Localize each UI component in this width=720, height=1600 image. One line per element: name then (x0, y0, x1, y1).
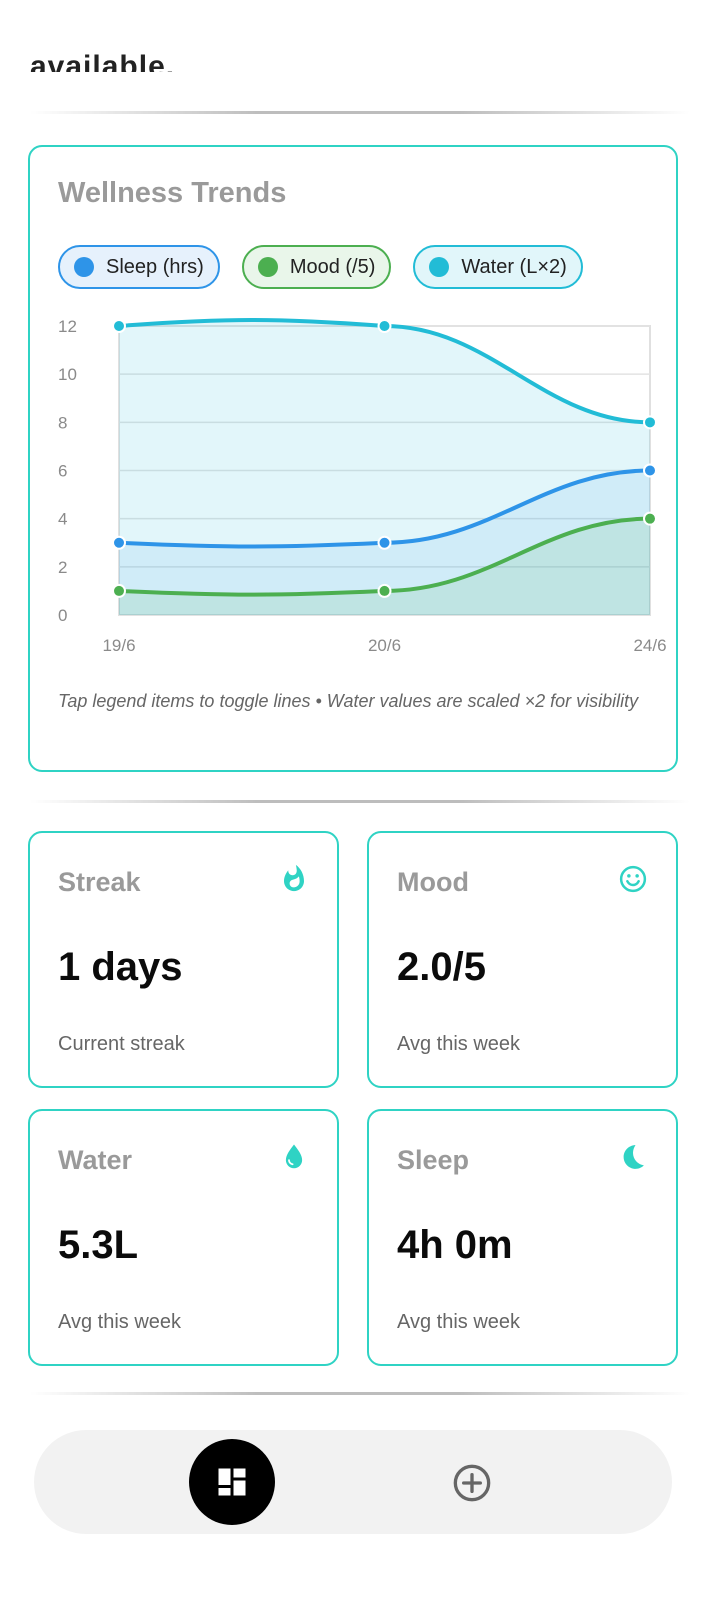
data-point (112, 535, 126, 550)
wellness-trends-chart: 0 2 4 6 8 10 12 19/6 20/6 24/6 (58, 317, 667, 655)
moon-icon (623, 1145, 644, 1169)
y-tick-label: 8 (58, 413, 67, 432)
streak-subtitle: Current streak (58, 1033, 185, 1055)
water-subtitle: Avg this week (58, 1311, 182, 1333)
water-card: Water 5.3L Avg this week (28, 1109, 339, 1366)
y-tick-label: 10 (58, 365, 77, 384)
sleep-title: Sleep (397, 1145, 470, 1175)
water-value: 5.3L (58, 1223, 139, 1267)
divider-middle (30, 800, 690, 803)
y-tick-label: 12 (58, 317, 77, 336)
mood-title: Mood (397, 867, 469, 897)
add-circle-icon[interactable] (452, 1463, 492, 1503)
dashboard-icon (218, 1468, 246, 1496)
data-point (643, 463, 657, 478)
data-point (112, 583, 126, 598)
wellness-trends-card: Wellness Trends Sleep (hrs) Mood (/5) Wa… (28, 145, 678, 772)
divider-bottom (30, 1392, 690, 1395)
sleep-card: Sleep 4h 0m Avg this week (367, 1109, 678, 1366)
smiley-icon (619, 865, 647, 893)
sleep-value: 4h 0m (397, 1223, 513, 1267)
bottom-nav-bar (34, 1430, 672, 1534)
chart-note: Tap legend items to toggle lines • Water… (58, 691, 639, 711)
y-tick-label: 4 (58, 510, 67, 529)
mood-value: 2.0/5 (397, 945, 486, 989)
sleep-subtitle: Avg this week (397, 1311, 521, 1333)
water-drop-icon (285, 1144, 303, 1169)
streak-card: Streak 1 days Current streak (28, 831, 339, 1088)
x-tick-label: 24/6 (633, 636, 666, 655)
data-point (377, 535, 392, 550)
mood-card: Mood 2.0/5 Avg this week (367, 831, 678, 1088)
streak-value: 1 days (58, 945, 183, 989)
data-point (643, 415, 657, 430)
x-tick-label: 19/6 (102, 636, 135, 655)
y-tick-label: 2 (58, 558, 67, 577)
data-point (377, 583, 392, 598)
y-tick-label: 6 (58, 462, 67, 481)
data-point (112, 319, 126, 333)
fire-icon (284, 864, 304, 892)
x-tick-label: 20/6 (368, 636, 401, 655)
divider-top (30, 111, 690, 114)
nav-dashboard-button[interactable] (189, 1439, 275, 1525)
section-intro-text-cut: available. (30, 50, 176, 72)
water-title: Water (58, 1145, 133, 1175)
data-point (643, 511, 657, 526)
data-point (377, 319, 392, 333)
mood-subtitle: Avg this week (397, 1033, 521, 1055)
streak-title: Streak (58, 867, 141, 897)
y-tick-label: 0 (58, 606, 67, 625)
